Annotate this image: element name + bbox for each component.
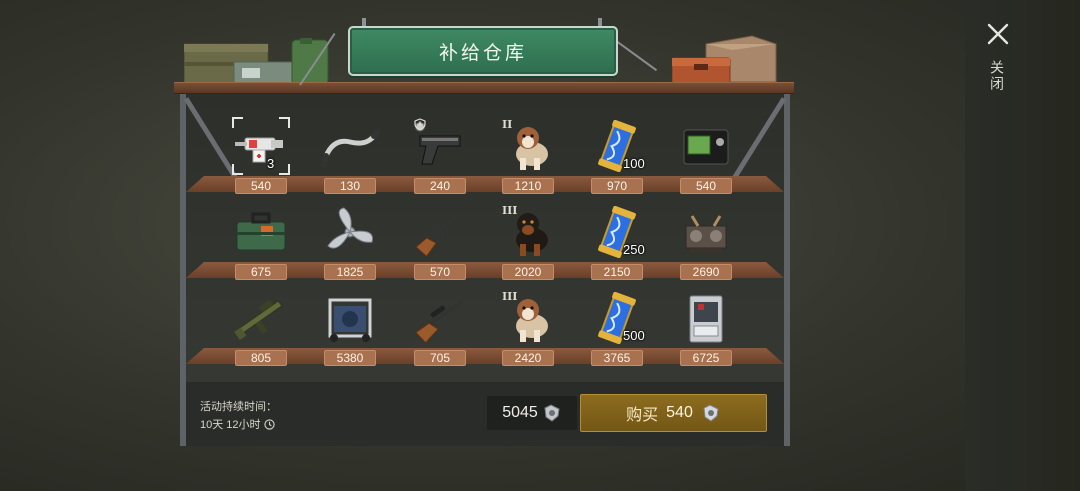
- close-label: 关闭: [989, 60, 1005, 92]
- buy-label: 购买: [626, 407, 659, 424]
- shop-item-slot[interactable]: 570: [400, 202, 480, 282]
- generator-icon: [328, 298, 372, 342]
- shop-item-slot[interactable]: III 2420: [488, 288, 568, 368]
- item-price-tag: 3765: [591, 350, 643, 366]
- selection-frame-icon: [232, 117, 290, 175]
- close-x-icon: [987, 23, 1009, 45]
- item-price-tag: 6725: [680, 350, 732, 366]
- buy-price: 540: [666, 404, 693, 421]
- item-price-tag: 705: [414, 350, 466, 366]
- item-price-tag: 2420: [502, 350, 554, 366]
- item-price-tag: 1825: [324, 264, 376, 280]
- item-price-tag: 970: [591, 178, 643, 194]
- item-quantity: 100: [623, 156, 645, 171]
- vending-machine-icon: [689, 295, 723, 343]
- shop-item-slot[interactable]: 130: [310, 116, 390, 196]
- tier-badge: III: [502, 290, 518, 303]
- shop-item-slot[interactable]: III 2020: [488, 202, 568, 282]
- toolbox-icon: [236, 212, 286, 251]
- shop-item-slot[interactable]: 100 970: [577, 116, 657, 196]
- propeller-icon: [327, 207, 374, 249]
- page-title-sign: 补给仓库: [348, 26, 618, 76]
- buy-button[interactable]: 购买 540: [580, 394, 767, 432]
- item-price-tag: 540: [680, 178, 732, 194]
- shop-item-slot[interactable]: 2690: [666, 202, 746, 282]
- sniper-rifle-icon: [415, 300, 464, 344]
- tier-badge: II: [502, 118, 513, 131]
- event-duration-text: 10天 12小时: [200, 419, 261, 431]
- item-price-tag: 2150: [591, 264, 643, 280]
- shop-item-slot[interactable]: II 1210: [488, 116, 568, 196]
- tier-badge: III: [502, 204, 518, 217]
- item-quantity: 250: [623, 242, 645, 257]
- boxes-decoration-icon: [672, 35, 777, 86]
- shield-badge-icon: [414, 118, 426, 130]
- shop-item-slot[interactable]: 6725: [666, 288, 746, 368]
- item-price-tag: 2020: [502, 264, 554, 280]
- gear-part-icon: [544, 404, 560, 422]
- rifle-icon: [415, 212, 460, 258]
- bike-handlebar-icon: [321, 129, 380, 167]
- item-quantity: 3: [267, 156, 275, 171]
- assault-rifle-icon: [234, 299, 283, 341]
- clock-icon: [263, 418, 275, 430]
- currency-balance: 5045: [487, 396, 577, 430]
- shop-item-slot[interactable]: 540: [666, 116, 746, 196]
- item-price-tag: 130: [324, 178, 376, 194]
- item-price-tag: 570: [414, 264, 466, 280]
- engine-parts-icon: [685, 215, 727, 253]
- item-price-tag: 805: [235, 350, 287, 366]
- item-price-tag: 5380: [324, 350, 376, 366]
- item-price-tag: 1210: [502, 178, 554, 194]
- shop-item-slot[interactable]: 675: [221, 202, 301, 282]
- shop-item-slot[interactable]: 240: [400, 116, 480, 196]
- item-price-tag: 540: [235, 178, 287, 194]
- gear-part-icon: [703, 404, 719, 422]
- balance-amount: 5045: [502, 404, 538, 421]
- crates-decoration-icon: [184, 38, 329, 84]
- shop-item-slot[interactable]: 805: [221, 288, 301, 368]
- item-quantity: 500: [623, 328, 645, 343]
- shop-item-slot[interactable]: 5380: [310, 288, 390, 368]
- shop-item-slot[interactable]: 500 3765: [577, 288, 657, 368]
- item-price-tag: 2690: [680, 264, 732, 280]
- shelf-top-beam: [174, 82, 794, 94]
- close-button[interactable]: 关闭: [980, 20, 1016, 100]
- item-price-tag: 240: [414, 178, 466, 194]
- shop-item-slot[interactable]: 1825: [310, 202, 390, 282]
- item-price-tag: 675: [235, 264, 287, 280]
- shop-item-slot[interactable]: 250 2150: [577, 202, 657, 282]
- shop-item-slot[interactable]: 705: [400, 288, 480, 368]
- event-duration-value: 10天 12小时: [200, 416, 275, 432]
- event-duration-label: 活动持续时间：: [200, 401, 277, 413]
- wallet-card-icon: [683, 129, 729, 165]
- shop-item-slot[interactable]: 3 540: [221, 116, 301, 196]
